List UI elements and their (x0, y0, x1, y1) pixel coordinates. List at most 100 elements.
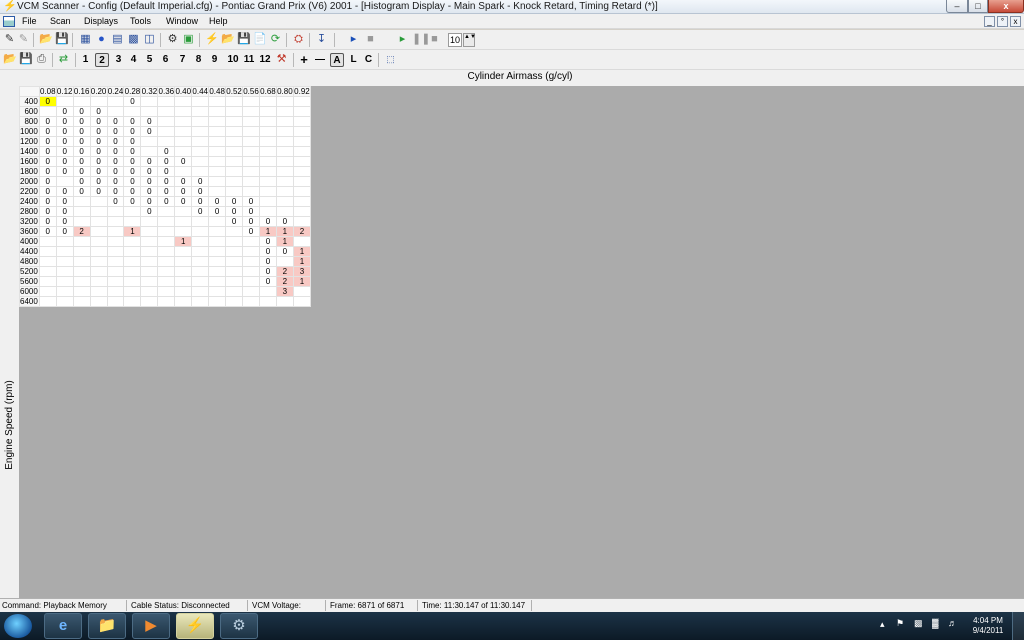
histogram-cell[interactable] (106, 96, 125, 107)
histogram-cell[interactable]: 0 (72, 106, 91, 117)
histogram-cell[interactable] (292, 216, 312, 227)
volume-icon[interactable]: ♬ (948, 618, 957, 628)
histogram-cell[interactable]: 0 (258, 266, 277, 277)
histogram-cell[interactable]: 0 (123, 176, 142, 187)
histogram-cell[interactable]: 1 (123, 226, 142, 237)
histogram-cell[interactable] (157, 276, 176, 287)
histogram-cell[interactable]: 0 (89, 136, 108, 147)
histogram-cell[interactable] (258, 156, 277, 167)
histogram-cell[interactable]: 0 (191, 186, 210, 197)
histogram-cell[interactable] (242, 236, 260, 247)
histogram-cell[interactable] (208, 266, 227, 277)
minimize-button[interactable]: – (946, 0, 968, 13)
histogram-cell[interactable]: 0 (242, 216, 260, 227)
histogram-cell[interactable] (191, 266, 210, 277)
histogram-cell[interactable] (157, 136, 176, 147)
histogram-cell[interactable] (123, 256, 142, 267)
pen-disabled-icon[interactable]: ✎ (17, 33, 30, 46)
histogram-cell[interactable] (292, 106, 312, 117)
layer-button-9[interactable]: 9 (210, 53, 219, 67)
histogram-cell[interactable] (106, 216, 125, 227)
histogram-icon[interactable]: ▩ (127, 33, 140, 46)
histogram-cell[interactable]: 0 (123, 156, 142, 167)
histogram-cell[interactable] (106, 206, 125, 217)
histogram-cell[interactable] (225, 296, 244, 307)
histogram-cell[interactable] (242, 186, 260, 197)
histogram-cell[interactable] (275, 146, 294, 157)
histogram-cell[interactable]: 0 (258, 236, 277, 247)
histogram-cell[interactable]: 0 (123, 186, 142, 197)
histogram-cell[interactable]: 0 (38, 166, 57, 177)
save-icon[interactable]: 💾 (19, 53, 33, 66)
histogram-cell[interactable] (123, 206, 142, 217)
histogram-cell[interactable]: 0 (106, 126, 125, 137)
histogram-cell[interactable] (208, 296, 227, 307)
histogram-cell[interactable] (242, 166, 260, 177)
histogram-cell[interactable] (72, 256, 91, 267)
histogram-cell[interactable] (140, 246, 159, 257)
histogram-cell[interactable] (174, 136, 193, 147)
document-icon[interactable]: 📄 (253, 33, 267, 46)
histogram-cell[interactable] (208, 146, 227, 157)
histogram-cell[interactable] (208, 236, 227, 247)
histogram-cell[interactable]: 0 (106, 156, 125, 167)
histogram-cell[interactable] (208, 156, 227, 167)
histogram-cell[interactable] (242, 296, 260, 307)
vcm-editor-task-icon[interactable]: ⚙ (220, 613, 258, 639)
histogram-cell[interactable] (38, 256, 57, 267)
histogram-cell[interactable] (72, 96, 91, 107)
clock-time[interactable]: 4:04 PM (968, 616, 1008, 626)
histogram-cell[interactable] (208, 186, 227, 197)
histogram-cell[interactable]: 0 (38, 206, 57, 217)
histogram-cell[interactable] (89, 256, 108, 267)
save-icon[interactable]: 💾 (55, 33, 69, 46)
histogram-cell[interactable] (208, 286, 227, 297)
histogram-cell[interactable] (140, 236, 159, 247)
histogram-cell[interactable] (72, 276, 91, 287)
histogram-cell[interactable] (242, 246, 260, 257)
histogram-cell[interactable]: 1 (292, 256, 312, 267)
histogram-cell[interactable]: 0 (140, 126, 159, 137)
histogram-cell[interactable] (258, 106, 277, 117)
histogram-cell[interactable]: 0 (72, 176, 91, 187)
histogram-cell[interactable]: 1 (275, 236, 294, 247)
histogram-cell[interactable] (123, 296, 142, 307)
histogram-cell[interactable] (89, 206, 108, 217)
histogram-cell[interactable]: 0 (38, 96, 57, 107)
histogram-cell[interactable]: 0 (106, 176, 125, 187)
histogram-cell[interactable] (225, 176, 244, 187)
histogram-cell[interactable]: 1 (174, 236, 193, 247)
histogram-cell[interactable] (191, 286, 210, 297)
histogram-cell[interactable]: 0 (55, 206, 74, 217)
zoom-out-button[interactable]: — (314, 53, 326, 67)
histogram-cell[interactable]: 0 (55, 166, 74, 177)
histogram-cell[interactable] (191, 126, 210, 137)
histogram-cell[interactable] (38, 296, 57, 307)
histogram-cell[interactable] (275, 206, 294, 217)
histogram-cell[interactable] (174, 106, 193, 117)
histogram-cell[interactable] (225, 236, 244, 247)
histogram-cell[interactable]: 0 (106, 146, 125, 157)
histogram-cell[interactable] (106, 286, 125, 297)
histogram-cell[interactable]: 0 (38, 136, 57, 147)
histogram-cell[interactable] (258, 176, 277, 187)
start-button[interactable] (4, 614, 32, 638)
record-play-icon[interactable]: ▸ (396, 33, 409, 46)
download-icon[interactable]: ↧ (315, 33, 328, 46)
histogram-cell[interactable] (191, 236, 210, 247)
histogram-cell[interactable] (275, 186, 294, 197)
histogram-cell[interactable] (174, 116, 193, 127)
histogram-cell[interactable] (191, 246, 210, 257)
histogram-cell[interactable] (242, 96, 260, 107)
histogram-cell[interactable] (89, 236, 108, 247)
histogram-cell[interactable]: 0 (72, 186, 91, 197)
histogram-cell[interactable] (225, 96, 244, 107)
histogram-cell[interactable]: 0 (38, 146, 57, 157)
save-2-icon[interactable]: 💾 (237, 33, 251, 46)
histogram-cell[interactable] (38, 266, 57, 277)
histogram-cell[interactable] (191, 136, 210, 147)
histogram-cell[interactable]: 0 (38, 196, 57, 207)
sensor-icon[interactable]: ▣ (182, 33, 195, 46)
histogram-cell[interactable] (292, 136, 312, 147)
histogram-cell[interactable]: 0 (55, 226, 74, 237)
